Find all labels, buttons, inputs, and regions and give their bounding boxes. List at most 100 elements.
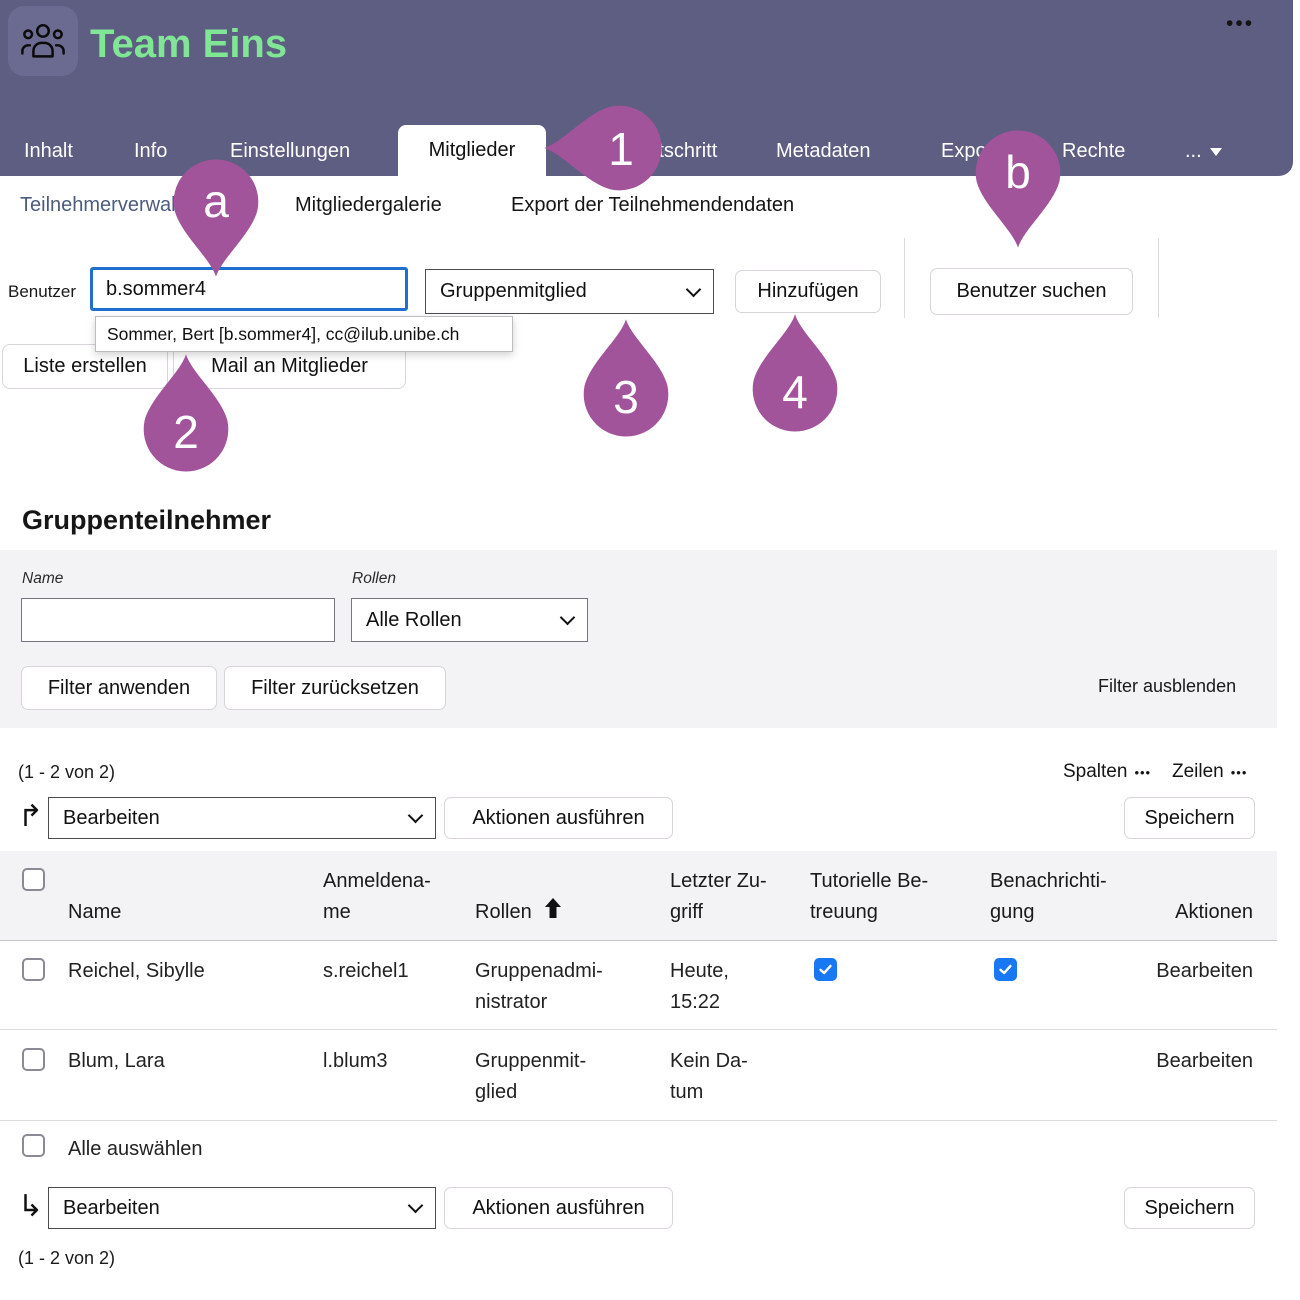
marker-pin-4 — [749, 314, 841, 434]
action-select-top-value: Bearbeiten — [63, 807, 160, 830]
mail-an-mitglieder-button-label: Mail an Mitglieder — [211, 355, 368, 378]
filter-rollen-label: Rollen — [352, 570, 396, 588]
tab-lernfortschritt[interactable]: Lernfortschritt — [595, 140, 717, 163]
alle-auswaehlen-checkbox[interactable] — [22, 1134, 45, 1157]
result-count-bottom: (1 - 2 von 2) — [18, 1248, 115, 1269]
chevron-down-icon — [408, 1198, 424, 1214]
row-checkbox[interactable] — [22, 1048, 45, 1071]
page-title: Team Eins — [90, 22, 287, 67]
col-header-tutorielle-betreuung[interactable]: Tutorielle Be- treuung — [810, 866, 975, 928]
col-header-aktionen: Aktionen — [1150, 897, 1253, 928]
role-select[interactable]: Gruppenmitglied — [425, 269, 714, 314]
hinzufuegen-button-label: Hinzufügen — [757, 280, 858, 303]
row-divider — [0, 1029, 1277, 1030]
member-role: Gruppenadmi- nistrator — [475, 956, 625, 1018]
rows-menu-label: Zeilen — [1172, 761, 1224, 783]
columns-kebab-icon: ••• — [1134, 765, 1151, 780]
rows-menu[interactable]: Zeilen ••• — [1172, 761, 1247, 783]
speichern-bottom-label: Speichern — [1144, 1197, 1234, 1220]
member-last-access: Kein Da- tum — [670, 1046, 780, 1108]
member-name: Reichel, Sibylle — [68, 956, 205, 987]
col-header-benachrichtigung[interactable]: Benachrichti- gung — [990, 866, 1140, 928]
marker-label-3: 3 — [580, 354, 672, 440]
subtab-mitgliedergalerie[interactable]: Mitgliedergalerie — [295, 194, 442, 217]
sort-ascending-icon[interactable] — [545, 898, 561, 923]
filter-name-input[interactable] — [21, 598, 335, 642]
result-count-top: (1 - 2 von 2) — [18, 762, 115, 783]
filter-rollen-select-value: Alle Rollen — [366, 609, 462, 632]
tab-einstellungen[interactable]: Einstellungen — [230, 140, 350, 163]
hinzufuegen-button[interactable]: Hinzufügen — [735, 270, 881, 313]
marker-pin-3 — [580, 319, 672, 439]
role-select-value: Gruppenmitglied — [440, 280, 587, 303]
speichern-top-label: Speichern — [1144, 807, 1234, 830]
marker-label-2: 2 — [140, 389, 232, 475]
member-last-access: Heute, 15:22 — [670, 956, 780, 1018]
action-select-top[interactable]: Bearbeiten — [48, 797, 436, 839]
apply-down-arrow-icon: ↳ — [18, 1192, 43, 1222]
row-divider — [0, 1120, 1277, 1121]
tab-metadaten[interactable]: Metadaten — [776, 140, 871, 163]
tab-overflow[interactable]: ... — [1185, 140, 1222, 163]
tab-inhalt[interactable]: Inhalt — [24, 140, 73, 163]
autocomplete-suggestion-text: Sommer, Bert [b.sommer4], cc@ilub.unibe.… — [107, 324, 459, 345]
filter-rollen-select[interactable]: Alle Rollen — [351, 598, 588, 642]
member-role: Gruppenmit- glied — [475, 1046, 625, 1108]
speichern-button-bottom[interactable]: Speichern — [1124, 1187, 1255, 1229]
filter-anwenden-label: Filter anwenden — [48, 677, 190, 700]
tab-mitglieder[interactable]: Mitglieder — [398, 125, 546, 176]
aktionen-ausfuehren-bottom-label: Aktionen ausführen — [472, 1197, 644, 1220]
autocomplete-suggestion[interactable]: Sommer, Bert [b.sommer4], cc@ilub.unibe.… — [95, 316, 513, 352]
speichern-button-top[interactable]: Speichern — [1124, 797, 1255, 839]
filter-name-label: Name — [22, 570, 63, 588]
section-title: Gruppenteilnehmer — [22, 505, 271, 536]
filter-ausblenden-link[interactable]: Filter ausblenden — [1098, 676, 1236, 697]
filter-anwenden-button[interactable]: Filter anwenden — [21, 666, 217, 710]
marker-label-4: 4 — [749, 349, 841, 435]
select-all-header-checkbox[interactable] — [22, 868, 45, 891]
chevron-down-icon — [560, 610, 576, 626]
filter-zuruecksetzen-label: Filter zurücksetzen — [251, 677, 419, 700]
tutor-checkbox-checked[interactable] — [814, 958, 837, 981]
member-login: l.blum3 — [323, 1046, 387, 1077]
group-people-icon — [20, 18, 66, 64]
aktionen-ausfuehren-top-label: Aktionen ausführen — [472, 807, 644, 830]
tab-info[interactable]: Info — [134, 140, 167, 163]
columns-menu[interactable]: Spalten ••• — [1063, 761, 1151, 783]
header-kebab-icon[interactable]: ••• — [1226, 12, 1254, 36]
row-bearbeiten-link[interactable]: Bearbeiten — [1150, 1046, 1253, 1077]
tab-mitglieder-label: Mitglieder — [429, 139, 516, 162]
benutzer-input[interactable] — [90, 267, 408, 311]
tab-export[interactable]: Export — [941, 140, 999, 163]
subtab-export-teilnehmendendaten[interactable]: Export der Teilnehmendendaten — [511, 194, 794, 217]
filter-zuruecksetzen-button[interactable]: Filter zurücksetzen — [224, 666, 446, 710]
tab-overflow-label: ... — [1185, 140, 1202, 163]
chevron-down-icon — [686, 281, 702, 297]
benutzer-suchen-button[interactable]: Benutzer suchen — [930, 268, 1133, 315]
row-checkbox[interactable] — [22, 958, 45, 981]
col-header-rollen[interactable]: Rollen — [475, 897, 532, 928]
caret-down-icon — [1210, 148, 1222, 156]
row-bearbeiten-link[interactable]: Bearbeiten — [1150, 956, 1253, 987]
action-select-bottom-value: Bearbeiten — [63, 1197, 160, 1220]
columns-menu-label: Spalten — [1063, 761, 1127, 783]
aktionen-ausfuehren-button-top[interactable]: Aktionen ausführen — [444, 797, 673, 839]
member-name: Blum, Lara — [68, 1046, 165, 1077]
action-select-bottom[interactable]: Bearbeiten — [48, 1187, 436, 1229]
subtab-teilnehmerverwaltung[interactable]: Teilnehmerverwaltung — [20, 194, 215, 217]
toolbar-divider-2 — [1158, 238, 1159, 318]
col-header-anmeldename[interactable]: Anmeldena- me — [323, 866, 458, 928]
tab-rechte[interactable]: Rechte — [1062, 140, 1125, 163]
col-header-letzter-zugriff[interactable]: Letzter Zu- griff — [670, 866, 785, 928]
apply-up-arrow-icon: ↱ — [18, 802, 43, 832]
aktionen-ausfuehren-button-bottom[interactable]: Aktionen ausführen — [444, 1187, 673, 1229]
chevron-down-icon — [408, 808, 424, 824]
alle-auswaehlen-label: Alle auswählen — [68, 1134, 203, 1165]
rows-kebab-icon: ••• — [1231, 765, 1248, 780]
benutzer-label: Benutzer — [8, 282, 76, 302]
member-login: s.reichel1 — [323, 956, 409, 987]
notification-checkbox-checked[interactable] — [994, 958, 1017, 981]
group-object-tile — [8, 6, 78, 76]
benutzer-suchen-button-label: Benutzer suchen — [956, 280, 1106, 303]
col-header-name[interactable]: Name — [68, 897, 121, 928]
